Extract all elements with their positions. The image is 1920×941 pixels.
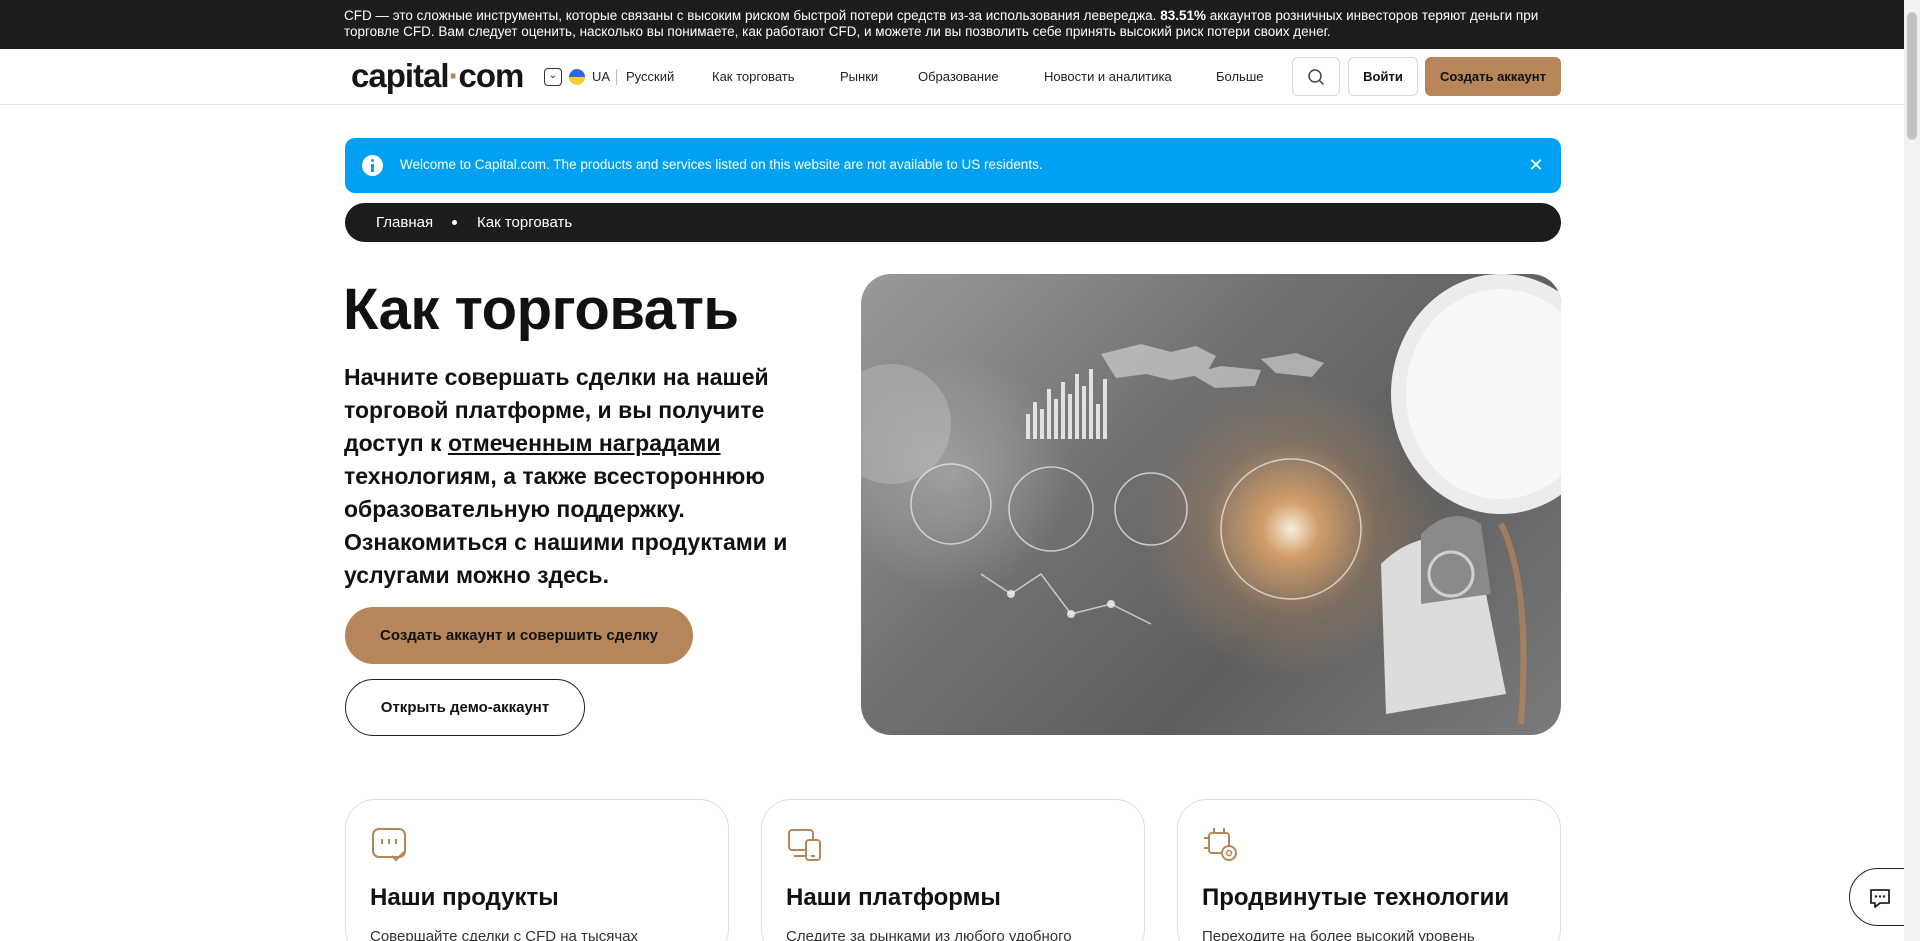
hero-image xyxy=(861,274,1561,735)
feature-cards: Наши продукты Совершайте сделки с CFD на… xyxy=(0,799,1904,941)
feature-text: Переходите на более высокий уровень xyxy=(1202,928,1475,941)
chat-check-icon xyxy=(372,828,406,862)
breadcrumb: Главная Как торговать xyxy=(345,203,1561,242)
divider xyxy=(616,69,617,85)
ukraine-flag-icon[interactable] xyxy=(569,69,585,85)
scrollbar-thumb[interactable] xyxy=(1907,12,1917,140)
feature-title: Наши продукты xyxy=(370,884,559,911)
search-button[interactable] xyxy=(1292,57,1340,96)
intro-text: Начните совершать сделки на нашей торгов… xyxy=(344,364,788,588)
breadcrumb-separator xyxy=(452,220,457,225)
breadcrumb-current: Как торговать xyxy=(477,214,573,231)
info-icon xyxy=(362,155,383,176)
login-button[interactable]: Войти xyxy=(1348,57,1418,96)
awards-link[interactable]: отмеченным наградами xyxy=(448,430,721,456)
devices-icon xyxy=(788,829,821,861)
breadcrumb-home[interactable]: Главная xyxy=(376,214,433,231)
logo[interactable]: capital·com xyxy=(351,57,524,95)
open-demo-button[interactable]: Открыть демо-аккаунт xyxy=(345,679,585,736)
create-account-trade-button[interactable]: Создать аккаунт и совершить сделку xyxy=(345,607,693,664)
chat-button[interactable] xyxy=(1849,868,1909,926)
feature-card-technology[interactable]: Продвинутые технологии Переходите на бол… xyxy=(1177,799,1561,941)
search-icon xyxy=(1308,69,1325,86)
site-header: capital·com ⌄ UA Русский Как торговать Р… xyxy=(0,49,1904,105)
close-icon[interactable]: ✕ xyxy=(1525,154,1547,176)
risk-percent: 83.51% xyxy=(1160,8,1206,23)
chat-icon xyxy=(1870,889,1890,908)
nav-more[interactable]: Больше xyxy=(1216,69,1264,84)
scrollbar[interactable] xyxy=(1904,0,1920,941)
hero-illustration xyxy=(861,274,1561,725)
feature-title: Наши платформы xyxy=(786,884,1001,911)
nav-news-analytics[interactable]: Новости и аналитика xyxy=(1044,69,1172,84)
feature-card-products[interactable]: Наши продукты Совершайте сделки с CFD на… xyxy=(345,799,729,941)
feature-text: Следите за рынками из любого удобного xyxy=(786,928,1072,941)
info-banner: Welcome to Capital.com. The products and… xyxy=(345,138,1561,193)
feature-card-platforms[interactable]: Наши платформы Следите за рынками из люб… xyxy=(761,799,1145,941)
nav-education[interactable]: Образование xyxy=(918,69,999,84)
feature-title: Продвинутые технологии xyxy=(1202,884,1510,911)
gear-chip-icon xyxy=(1204,828,1237,861)
risk-warning-bar: CFD — это сложные инструменты, которые с… xyxy=(0,0,1904,49)
nav-markets[interactable]: Рынки xyxy=(840,69,878,84)
page-title: Как торговать xyxy=(343,277,739,342)
risk-warning-text: CFD — это сложные инструменты, которые с… xyxy=(344,8,1539,39)
nav-how-to-trade[interactable]: Как торговать xyxy=(712,69,795,84)
info-banner-text: Welcome to Capital.com. The products and… xyxy=(400,157,1043,172)
signup-button[interactable]: Создать аккаунт xyxy=(1425,57,1561,96)
language-selector[interactable]: Русский xyxy=(626,69,674,84)
chevron-down-icon[interactable]: ⌄ xyxy=(544,68,562,86)
feature-text: Совершайте сделки с CFD на тысячах xyxy=(370,928,638,941)
region-code[interactable]: UA xyxy=(592,69,610,84)
